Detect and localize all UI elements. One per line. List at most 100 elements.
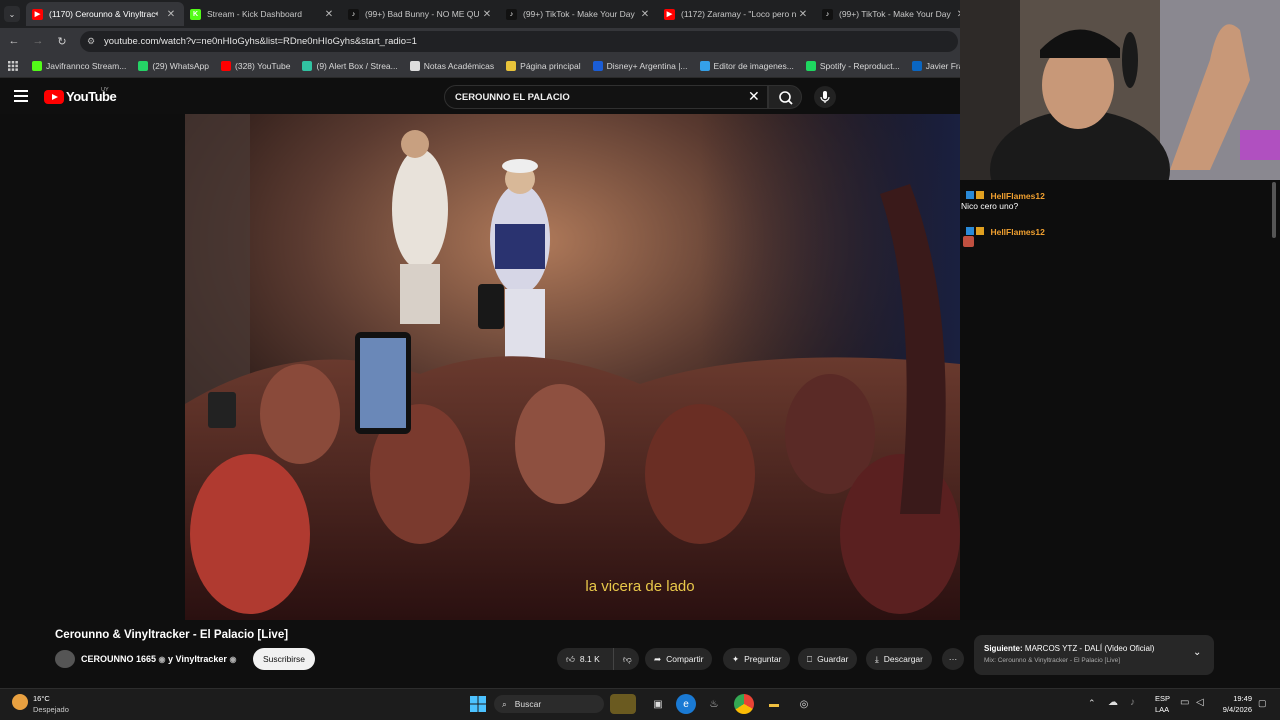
channel-avatar[interactable] — [55, 650, 75, 668]
onedrive-icon[interactable]: ☁ — [1108, 697, 1118, 708]
close-tab-icon[interactable]: ✕ — [638, 9, 652, 20]
emote-icon — [963, 236, 974, 247]
bookmark-icon: ⎕ — [807, 653, 813, 664]
chat-scrollbar[interactable] — [1272, 182, 1276, 238]
more-actions-button[interactable]: ··· — [942, 648, 964, 670]
obs-icon[interactable]: ◎ — [794, 694, 814, 714]
whatsapp-icon — [138, 60, 149, 71]
task-view-icon[interactable]: ▣ — [648, 694, 668, 714]
tab-5[interactable]: ▶ (1172) Zaramay - "Loco pero no ✕ — [658, 2, 816, 26]
tiktok-icon: ♪ — [822, 8, 833, 20]
close-tab-icon[interactable]: ✕ — [480, 9, 494, 20]
search-input[interactable]: CEROUNNO EL PALACIO — [444, 85, 768, 109]
clear-search-icon[interactable]: ✕ — [748, 88, 760, 105]
weather-desc: Despejado — [33, 705, 69, 714]
tab-1[interactable]: ▶ (1170) Cerounno & Vinyltracker🔈︎ ✕ — [26, 2, 184, 26]
notification-icon[interactable]: ▢ — [1258, 698, 1267, 709]
close-tab-icon[interactable]: ✕ — [322, 9, 336, 20]
tab-search-button[interactable]: ⌄ — [4, 6, 20, 22]
video-title: Cerounno & Vinyltracker - El Palacio [Li… — [55, 629, 289, 641]
bookmark-item[interactable]: Notas Académicas — [409, 60, 495, 71]
chat-message-text: Nico cero uno? — [961, 201, 1019, 211]
volume-icon[interactable]: ◁ — [1196, 697, 1204, 708]
bookmark-label: Javifrannco Stream... — [46, 60, 127, 71]
bookmark-item[interactable]: (328) YouTube — [221, 60, 291, 71]
search-highlight-icon[interactable] — [610, 694, 636, 714]
tab-title: (99+) Bad Bunny - NO ME QUIE — [365, 9, 480, 19]
bookmark-item[interactable]: Página principal — [506, 60, 581, 71]
video-player[interactable] — [0, 114, 960, 620]
youtube-icon: ▶ — [664, 8, 675, 20]
bookmark-item[interactable]: (29) WhatsApp — [138, 60, 209, 71]
chevron-down-icon[interactable]: ⌄ — [1193, 647, 1201, 658]
badge-icon — [966, 226, 974, 235]
chat-username[interactable]: HellFlames12 — [990, 227, 1044, 237]
clock-date[interactable]: 9/4/2026 — [1216, 705, 1252, 714]
share-button[interactable]: ➦ Compartir — [645, 648, 713, 670]
bookmark-item[interactable]: (9) Alert Box / Strea... — [302, 60, 398, 71]
reload-icon[interactable]: ↻ — [54, 33, 70, 49]
chat-message: HellFlames12 — [966, 222, 1045, 240]
back-icon[interactable]: ← — [6, 33, 22, 49]
weather-icon[interactable] — [12, 694, 28, 710]
tab-title: (1172) Zaramay - "Loco pero no — [681, 9, 796, 19]
youtube-logo-icon[interactable] — [44, 90, 64, 104]
download-button[interactable]: ⤓ Descargar — [866, 648, 932, 670]
bookmark-label: (328) YouTube — [235, 60, 291, 71]
chrome-icon[interactable] — [734, 694, 754, 714]
document-icon — [409, 60, 420, 71]
forward-icon[interactable]: → — [30, 33, 46, 49]
chat-username[interactable]: HellFlames12 — [990, 191, 1044, 201]
tab-4[interactable]: ♪ (99+) TikTok - Make Your Day ✕ — [500, 2, 658, 26]
bookmark-label: Notas Académicas — [423, 60, 495, 71]
bookmark-item[interactable]: Editor de imagenes... — [699, 60, 794, 71]
channel-name[interactable]: CEROUNNO 1665 ◉ y Vinyltracker ◉ — [81, 654, 236, 664]
spotify-icon — [805, 60, 816, 71]
taskbar-search[interactable]: ⌕ Buscar — [494, 695, 604, 713]
up-next-card[interactable]: Siguiente: MARCOS YTZ - DALÍ (Video Ofic… — [974, 635, 1214, 675]
speaker-icon[interactable]: 🔈︎ — [155, 9, 160, 19]
streamer-webcam — [960, 0, 1280, 180]
badge-icon — [976, 226, 984, 235]
close-tab-icon[interactable]: ✕ — [164, 9, 178, 20]
bookmark-item[interactable]: Spotify - Reproduct... — [805, 60, 900, 71]
subscribe-button[interactable]: Suscribirse — [253, 648, 315, 670]
concert-video-frame — [0, 114, 960, 620]
thumbs-up-icon: 👍︎ — [566, 653, 575, 664]
bookmark-label: (9) Alert Box / Strea... — [316, 60, 398, 71]
apps-icon[interactable] — [8, 60, 18, 71]
windows-start-icon[interactable] — [468, 694, 488, 714]
clock-time[interactable]: 19:49 — [1228, 694, 1252, 703]
site-info-icon[interactable]: ⚙ — [87, 36, 95, 47]
network-icon[interactable]: ▭ — [1180, 697, 1189, 708]
close-tab-icon[interactable]: ✕ — [796, 9, 810, 20]
save-button[interactable]: ⎕ Guardar — [798, 648, 858, 670]
ask-button[interactable]: ✦ Preguntar — [723, 648, 791, 670]
language-indicator[interactable]: ESP — [1155, 694, 1170, 703]
bookmark-item[interactable]: Disney+ Argentina |... — [592, 60, 688, 71]
file-explorer-icon[interactable]: ▬ — [764, 694, 784, 714]
tab-title: (99+) TikTok - Make Your Day — [523, 9, 635, 19]
like-button[interactable]: 👍︎ 8.1 K — [557, 648, 613, 670]
address-bar[interactable]: youtube.com/watch?v=ne0nHIoGyhs&list=RDn… — [80, 31, 958, 52]
mic-tray-icon[interactable]: ♪ — [1130, 697, 1135, 708]
thumbs-down-icon: 👎︎ — [623, 653, 632, 664]
tab-3[interactable]: ♪ (99+) Bad Bunny - NO ME QUIE ✕ — [342, 2, 500, 26]
search-button[interactable] — [768, 85, 802, 109]
bookmark-item[interactable]: Javier Franco | Link — [911, 60, 960, 71]
dislike-button[interactable]: 👎︎ — [613, 648, 639, 670]
microphone-icon — [820, 91, 830, 103]
tiktok-icon: ♪ — [506, 8, 517, 20]
steam-icon[interactable]: ♨ — [704, 694, 724, 714]
tray-expand-icon[interactable]: ⌃ — [1088, 698, 1096, 709]
tab-6[interactable]: ♪(99+) TikTok - Make Your Day✕ — [816, 2, 974, 26]
bookmark-item[interactable]: Javifrannco Stream... — [32, 60, 127, 71]
webcam-feed — [960, 0, 1280, 180]
keyboard-layout[interactable]: LAA — [1155, 705, 1169, 714]
tab-2[interactable]: K Stream - Kick Dashboard ✕ — [184, 2, 342, 26]
edge-icon[interactable]: e — [676, 694, 696, 714]
up-next-mix: Mix: Cerounno & Vinyltracker - El Palaci… — [984, 657, 1121, 664]
menu-icon[interactable] — [14, 90, 28, 102]
voice-search-button[interactable] — [814, 86, 836, 108]
verified-icon: ◉ — [158, 655, 166, 664]
